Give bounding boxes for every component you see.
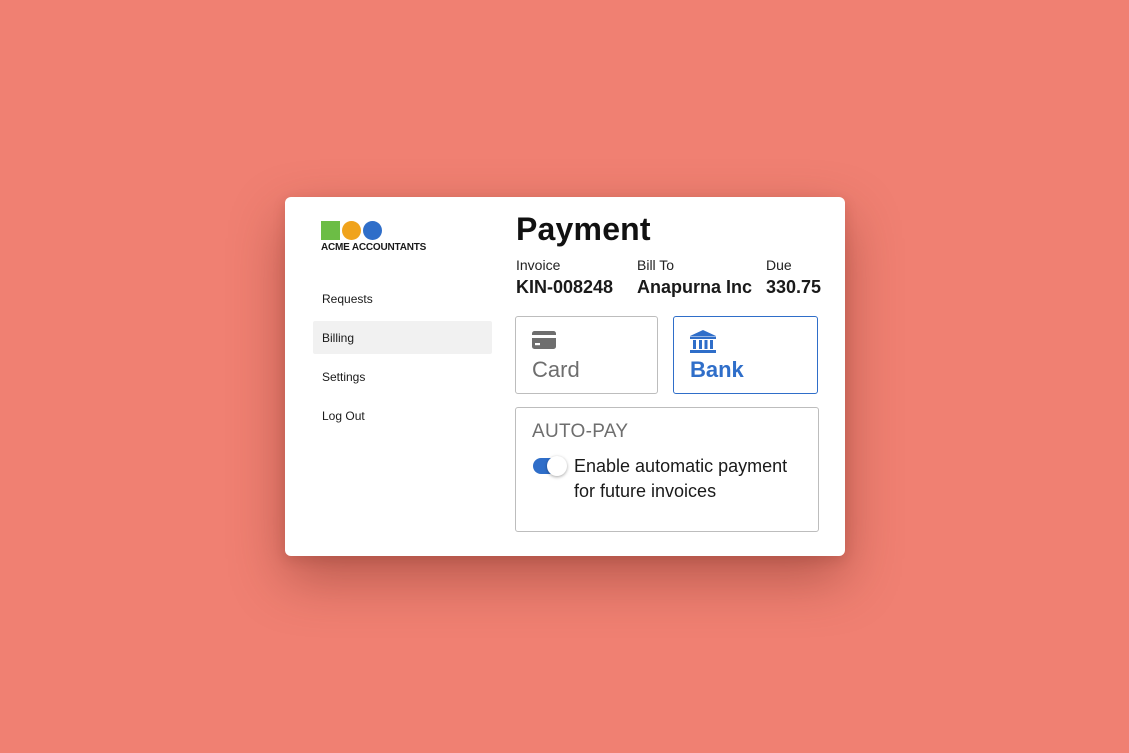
sidebar-item-settings[interactable]: Settings — [313, 360, 492, 393]
autopay-toggle-knob — [547, 456, 567, 476]
autopay-panel: AUTO-PAY Enable automatic payment for fu… — [515, 407, 819, 532]
sidebar-nav: Requests Billing Settings Log Out — [313, 282, 492, 438]
payment-method-bank-label: Bank — [690, 357, 744, 382]
logo-orange-circle — [342, 221, 361, 240]
payment-method-card[interactable]: Card — [515, 316, 658, 394]
sidebar-item-billing[interactable]: Billing — [313, 321, 492, 354]
bill-to-name: Anapurna Inc — [637, 277, 753, 297]
autopay-title: AUTO-PAY — [532, 421, 629, 442]
logo-mark — [321, 221, 383, 240]
payment-method-bank[interactable]: Bank — [673, 316, 818, 394]
due-label: Due — [766, 257, 792, 273]
page-title: Payment — [516, 211, 651, 247]
due-amount: 330.75 — [766, 277, 822, 297]
acme-logo: ACME ACCOUNTANTS — [321, 221, 431, 257]
logo-green-square — [321, 221, 340, 240]
invoice-label: Invoice — [516, 257, 561, 273]
logo-blue-circle — [363, 221, 382, 240]
credit-card-icon — [532, 330, 558, 354]
payment-method-card-label: Card — [532, 357, 580, 382]
payment-dialog: ACME ACCOUNTANTS Requests Billing Settin… — [285, 197, 845, 556]
invoice-number: KIN-008248 — [516, 277, 614, 297]
autopay-toggle[interactable] — [533, 456, 567, 476]
autopay-description: Enable automatic payment for future invo… — [574, 456, 788, 501]
bill-to-info: Bill To Anapurna Inc — [637, 257, 752, 299]
sidebar-item-requests[interactable]: Requests — [313, 282, 492, 315]
bill-to-label: Bill To — [637, 257, 675, 273]
due-info: Due 330.75 — [766, 257, 821, 299]
invoice-info: Invoice KIN-008248 — [516, 257, 613, 299]
bank-icon — [690, 330, 716, 354]
logo-text: ACME ACCOUNTANTS — [321, 242, 427, 253]
sidebar-item-log-out[interactable]: Log Out — [313, 399, 492, 432]
